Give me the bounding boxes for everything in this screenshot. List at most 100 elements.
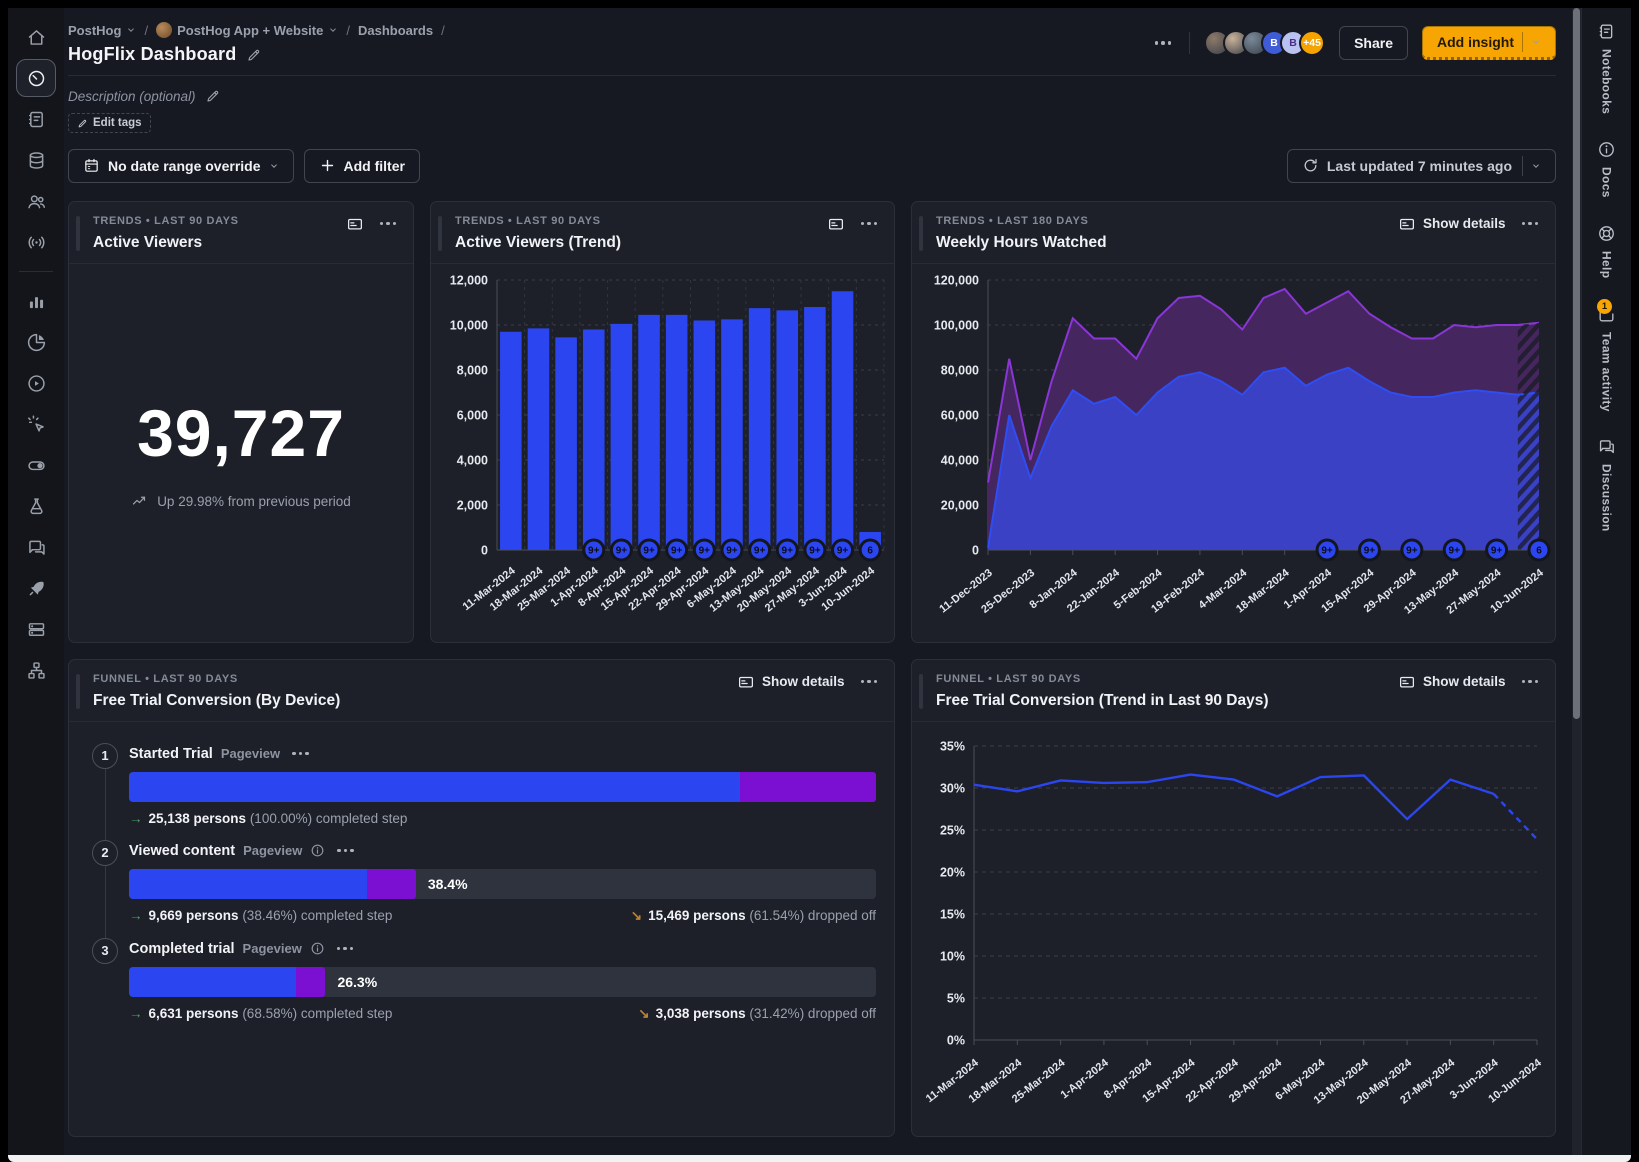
- pipeline-sitemap-icon: [26, 660, 47, 681]
- active-viewers-trend-bar-chart[interactable]: 02,0004,0006,0008,00010,00012,00011-Mar-…: [431, 264, 894, 642]
- show-details-button[interactable]: Show details: [737, 673, 845, 691]
- nav-experiments-flask-icon[interactable]: [16, 487, 56, 525]
- edit-description-pencil-button[interactable]: [205, 88, 221, 104]
- svg-text:80,000: 80,000: [941, 363, 979, 377]
- card-more-button[interactable]: [857, 218, 882, 230]
- nav-early-access-rocket-icon[interactable]: [16, 569, 56, 607]
- nav-session-replay-icon[interactable]: [16, 364, 56, 402]
- nav-bar-chart-icon[interactable]: [16, 282, 56, 320]
- nav-actions-cursor-icon[interactable]: [16, 405, 56, 443]
- vertical-scrollbar[interactable]: [1572, 8, 1581, 1155]
- show-details-button[interactable]: Show details: [1398, 215, 1506, 233]
- collaborator-avatars: BB+45: [1204, 30, 1325, 56]
- card-more-button[interactable]: [376, 218, 401, 230]
- breadcrumb-section[interactable]: Dashboards: [358, 23, 433, 38]
- card-more-button[interactable]: [1518, 218, 1543, 230]
- rail-divider: [19, 271, 53, 272]
- avatar[interactable]: +45: [1299, 30, 1325, 56]
- funnel-step-bar[interactable]: [129, 772, 876, 802]
- card-title[interactable]: Weekly Hours Watched: [936, 234, 1541, 252]
- card-more-button[interactable]: [857, 676, 882, 688]
- description-placeholder[interactable]: Description (optional): [68, 89, 196, 104]
- project-avatar: [156, 22, 172, 38]
- notebook-icon: [26, 109, 47, 130]
- funnel-completed-text: →6,631 persons (68.58%) completed step: [129, 1006, 392, 1022]
- big-number-value: 39,727: [137, 395, 345, 471]
- date-range-override-button[interactable]: No date range override: [68, 149, 294, 183]
- card-drag-handle[interactable]: [919, 216, 923, 251]
- show-details-button[interactable]: [346, 215, 364, 233]
- nav-surveys-chat-icon[interactable]: [16, 528, 56, 566]
- breadcrumb-workspace[interactable]: PostHog App + Website: [156, 22, 338, 38]
- nav-people-icon[interactable]: [16, 182, 56, 220]
- funnel-step-more-button[interactable]: [333, 943, 358, 955]
- experiments-flask-icon: [26, 496, 47, 517]
- card-title[interactable]: Free Trial Conversion (Trend in Last 90 …: [936, 692, 1541, 710]
- dashboard-more-button[interactable]: [1151, 37, 1176, 49]
- card-drag-handle[interactable]: [919, 674, 923, 709]
- funnel-step-conversion-label: 38.4%: [416, 869, 468, 899]
- button-split-divider: [1522, 156, 1523, 176]
- side-panel-notebooks[interactable]: Notebooks: [1597, 22, 1616, 114]
- funnel-bar-segment-blue: [129, 772, 740, 802]
- funnel-step-bar[interactable]: 38.4%: [129, 869, 876, 899]
- scrollbar-thumb[interactable]: [1573, 8, 1580, 719]
- add-filter-button[interactable]: Add filter: [304, 149, 420, 183]
- nav-data-warehouse-icon[interactable]: [16, 610, 56, 648]
- nav-database-icon[interactable]: [16, 141, 56, 179]
- info-icon[interactable]: [310, 843, 325, 858]
- nav-broadcast-icon[interactable]: [16, 223, 56, 261]
- pencil-icon: [246, 47, 262, 63]
- side-panel-help[interactable]: Help: [1597, 224, 1616, 278]
- right-side-rail: Notebooks Docs Help 1Team activity Discussio…: [1581, 8, 1631, 1155]
- funnel-step-event-type: Pageview: [221, 746, 280, 761]
- delta-text: Up 29.98% from previous period: [157, 494, 351, 509]
- card-more-button[interactable]: [1518, 676, 1543, 688]
- side-panel-team-activity[interactable]: 1Team activity: [1597, 305, 1616, 412]
- breadcrumb-project[interactable]: PostHog: [68, 23, 136, 38]
- side-panel-discussion[interactable]: Discussion: [1597, 437, 1616, 532]
- card-drag-handle[interactable]: [76, 216, 80, 251]
- funnel-step-name[interactable]: Viewed content: [129, 843, 235, 859]
- nav-dashboard-gauge-icon[interactable]: [16, 59, 56, 97]
- nav-home-icon[interactable]: [16, 18, 56, 56]
- last-updated-label: Last updated 7 minutes ago: [1327, 158, 1512, 174]
- home-icon: [26, 27, 47, 48]
- funnel-step-more-button[interactable]: [333, 845, 358, 857]
- card-drag-handle[interactable]: [438, 216, 442, 251]
- funnel-trend-line-chart[interactable]: 0%5%10%15%20%25%30%35%11-Mar-202418-Mar-…: [912, 722, 1555, 1136]
- funnel-step-name[interactable]: Started Trial: [129, 746, 213, 762]
- edit-tags-button[interactable]: Edit tags: [68, 113, 151, 133]
- session-replay-icon: [26, 373, 47, 394]
- button-split-divider: [1522, 32, 1523, 52]
- funnel-step-name[interactable]: Completed trial: [129, 941, 235, 957]
- svg-text:9+: 9+: [1406, 545, 1418, 556]
- funnel-step-more-button[interactable]: [288, 748, 313, 760]
- svg-text:9+: 9+: [699, 545, 711, 556]
- share-button[interactable]: Share: [1339, 26, 1408, 60]
- funnel-step-bar[interactable]: 26.3%: [129, 967, 876, 997]
- funnel-step-3: 3Completed trialPageview26.3%→6,631 pers…: [81, 941, 876, 1022]
- nav-pie-chart-icon[interactable]: [16, 323, 56, 361]
- svg-text:10%: 10%: [940, 949, 965, 963]
- nav-pipeline-sitemap-icon[interactable]: [16, 651, 56, 689]
- funnel-bar-segment-purple: [740, 772, 876, 802]
- card-title[interactable]: Active Viewers: [93, 234, 399, 252]
- show-details-button[interactable]: [827, 215, 845, 233]
- weekly-hours-area-chart[interactable]: 020,00040,00060,00080,000100,000120,0001…: [912, 264, 1555, 642]
- side-panel-docs[interactable]: Docs: [1597, 140, 1616, 198]
- card-title[interactable]: Active Viewers (Trend): [455, 234, 880, 252]
- funnel-completed-text: →9,669 persons (38.46%) completed step: [129, 908, 392, 924]
- refresh-button[interactable]: Last updated 7 minutes ago: [1287, 149, 1556, 183]
- add-insight-button[interactable]: Add insight: [1422, 26, 1556, 60]
- completed-arrow-icon: →: [129, 811, 143, 826]
- show-details-button[interactable]: Show details: [1398, 673, 1506, 691]
- nav-notebook-icon[interactable]: [16, 100, 56, 138]
- funnel-step-number: 3: [92, 938, 118, 964]
- svg-text:35%: 35%: [940, 739, 965, 753]
- card-drag-handle[interactable]: [76, 674, 80, 709]
- info-icon[interactable]: [310, 941, 325, 956]
- nav-feature-flags-toggle-icon[interactable]: [16, 446, 56, 484]
- edit-title-pencil-button[interactable]: [246, 47, 262, 63]
- card-title[interactable]: Free Trial Conversion (By Device): [93, 692, 880, 710]
